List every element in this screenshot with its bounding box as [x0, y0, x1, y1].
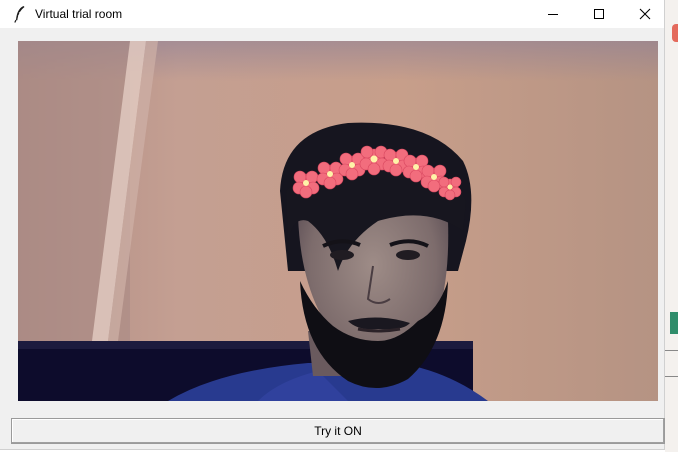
minimize-button[interactable]	[530, 0, 576, 28]
maximize-button[interactable]	[576, 0, 622, 28]
feather-icon	[14, 6, 25, 23]
background-decoration	[672, 24, 678, 42]
background-decoration	[665, 350, 678, 351]
app-window: Virtual trial room Try it ON	[0, 0, 665, 450]
close-icon	[639, 8, 651, 20]
camera-feed	[18, 41, 658, 401]
background-decoration	[670, 312, 678, 334]
title-bar[interactable]: Virtual trial room	[0, 0, 664, 28]
background-decoration	[665, 376, 678, 377]
maximize-icon	[594, 9, 604, 19]
try-it-on-button[interactable]: Try it ON	[11, 418, 665, 444]
camera-feed-image	[18, 41, 658, 401]
background-window	[665, 0, 678, 452]
close-button[interactable]	[622, 0, 668, 28]
window-title: Virtual trial room	[35, 7, 123, 21]
minimize-icon	[548, 14, 558, 15]
